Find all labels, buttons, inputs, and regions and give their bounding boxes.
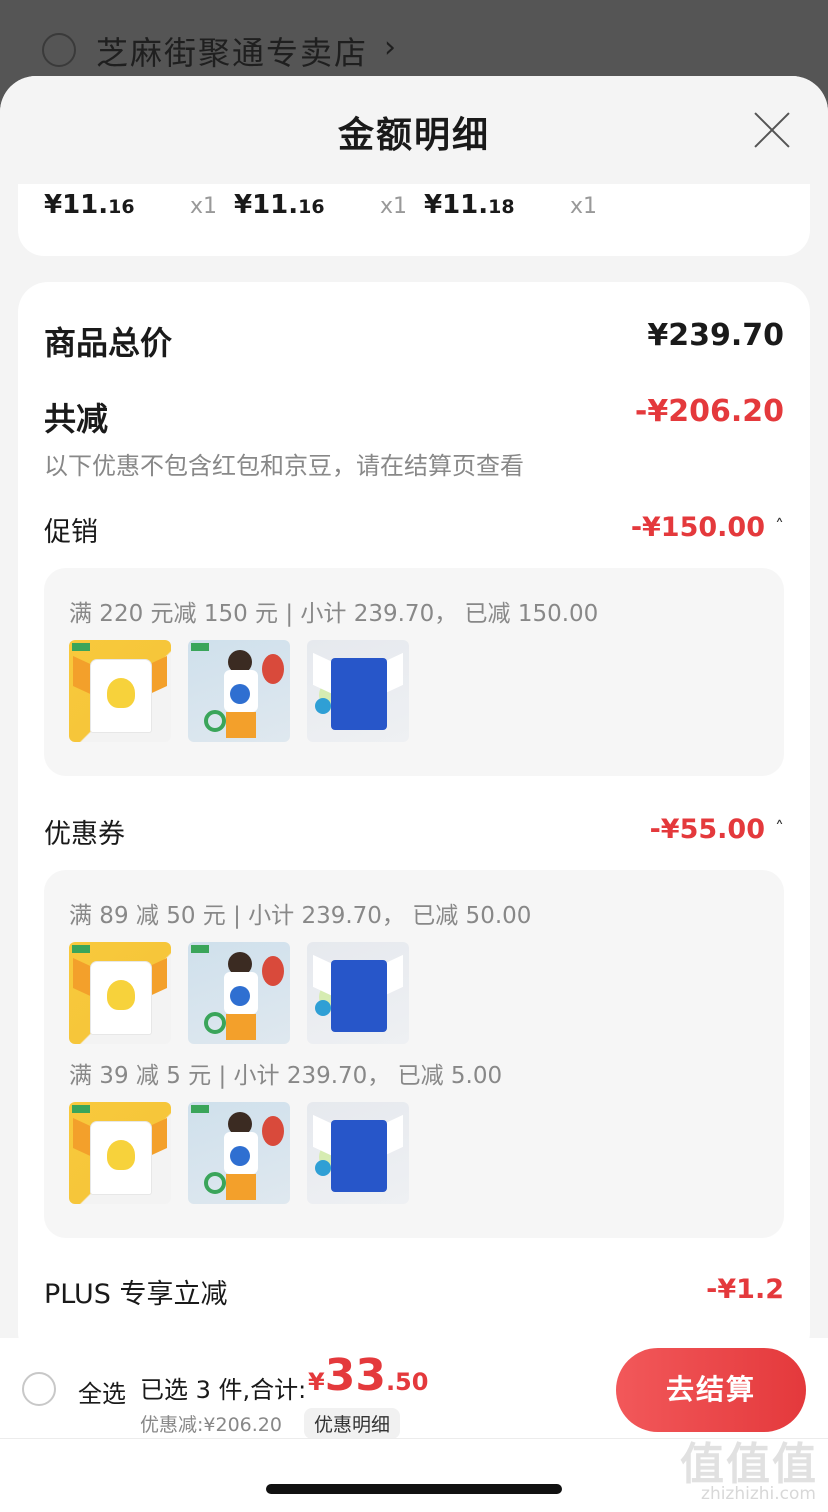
brand-badge-icon: [191, 945, 209, 953]
discount-detail-button[interactable]: 优惠明细: [304, 1408, 401, 1439]
coupon-rule: 满 39 减 5 元 | 小计 239.70， 已减 5.00: [69, 1063, 503, 1089]
product-price-row: ¥11.16 x1 ¥11.16 x1 ¥11.18 x1: [18, 184, 810, 256]
sheet-header: 金额明细: [0, 76, 828, 184]
promotion-toggle[interactable]: -¥150.00 ˄: [631, 512, 784, 543]
promotion-rule: 满 220 元减 150 元 | 小计 239.70， 已减 150.00: [69, 601, 599, 627]
brand-badge-icon: [72, 945, 90, 953]
product-qty: x1: [190, 194, 218, 219]
brand-badge-icon: [72, 1105, 90, 1113]
product-qty: x1: [380, 194, 408, 219]
sheet-title: 金额明细: [337, 115, 490, 156]
product-thumbnail[interactable]: [307, 1102, 409, 1204]
store-name: 芝麻街聚通专卖店: [96, 34, 369, 72]
product-thumbnail[interactable]: [307, 942, 409, 1044]
brand-badge-icon: [191, 643, 209, 651]
product-thumbnail[interactable]: [188, 1102, 290, 1204]
product-thumbnail[interactable]: [69, 1102, 171, 1204]
product-thumbnail[interactable]: [69, 942, 171, 1044]
chevron-up-icon: ˄: [775, 516, 784, 537]
product-thumbnail[interactable]: [188, 942, 290, 1044]
total-reduce-value: -¥206.20: [634, 394, 784, 429]
product-price: ¥11.18: [424, 190, 515, 220]
product-price: ¥11.16: [234, 190, 325, 220]
chevron-up-icon: ˄: [775, 818, 784, 839]
coupon-label: 优惠券: [44, 819, 125, 850]
brand-badge-icon: [191, 1105, 209, 1113]
goods-total-value: ¥239.70: [647, 318, 784, 353]
plus-discount-label: PLUS 专享立减: [44, 1279, 228, 1310]
product-thumbnail[interactable]: [188, 640, 290, 742]
amount-detail-card: 商品总价 ¥239.70 共减 -¥206.20 以下优惠不包含红包和京豆，请在…: [18, 282, 810, 1362]
product-thumbnail[interactable]: [69, 640, 171, 742]
select-all-label[interactable]: 全选: [78, 1374, 126, 1409]
checkout-button[interactable]: 去结算: [616, 1348, 806, 1432]
promotion-value: -¥150.00: [630, 512, 765, 543]
goods-total-label: 商品总价: [44, 324, 173, 362]
promotion-label: 促销: [44, 517, 98, 548]
total-reduce-label: 共减: [44, 400, 109, 438]
watermark-url: zhizhizhi.com: [701, 1484, 816, 1504]
coupon-toggle[interactable]: -¥55.00 ˄: [650, 814, 784, 845]
brand-badge-icon: [72, 643, 90, 651]
product-qty: x1: [570, 194, 598, 219]
coupon-thumbnails: [69, 942, 409, 1044]
coupon-group: 满 89 减 50 元 | 小计 239.70， 已减 50.00 满 39 减…: [44, 870, 784, 1238]
amount-detail-sheet: 金额明细 ¥11.16 x1 ¥11.16 x1 ¥11.18 x1 商品总价 …: [0, 76, 828, 1512]
discount-hint: 以下优惠不包含红包和京豆，请在结算页查看: [44, 452, 524, 480]
plus-discount-value: -¥1.2: [706, 1274, 784, 1305]
coupon-value: -¥55.00: [649, 814, 765, 845]
promotion-thumbnails: [69, 640, 409, 742]
product-thumbnail[interactable]: [307, 640, 409, 742]
select-all-radio[interactable]: [22, 1372, 56, 1406]
watermark-logo: 值值值: [680, 1439, 818, 1490]
total-price: ¥33.50: [308, 1350, 429, 1401]
promotion-group: 满 220 元减 150 元 | 小计 239.70， 已减 150.00: [44, 568, 784, 776]
checkout-bar: 全选 已选 3 件,合计: ¥33.50 优惠减:¥206.20 优惠明细 去结…: [0, 1338, 828, 1512]
discount-amount: 优惠减:¥206.20: [140, 1414, 282, 1436]
close-icon[interactable]: [752, 110, 792, 150]
store-select-radio: [42, 33, 76, 67]
product-price: ¥11.16: [44, 190, 135, 220]
home-indicator[interactable]: [266, 1484, 562, 1494]
coupon-rule: 满 89 减 50 元 | 小计 239.70， 已减 50.00: [69, 903, 532, 929]
coupon-thumbnails: [69, 1102, 409, 1204]
selected-summary: 已选 3 件,合计:: [140, 1376, 307, 1404]
chevron-right-icon: ›: [384, 30, 396, 65]
